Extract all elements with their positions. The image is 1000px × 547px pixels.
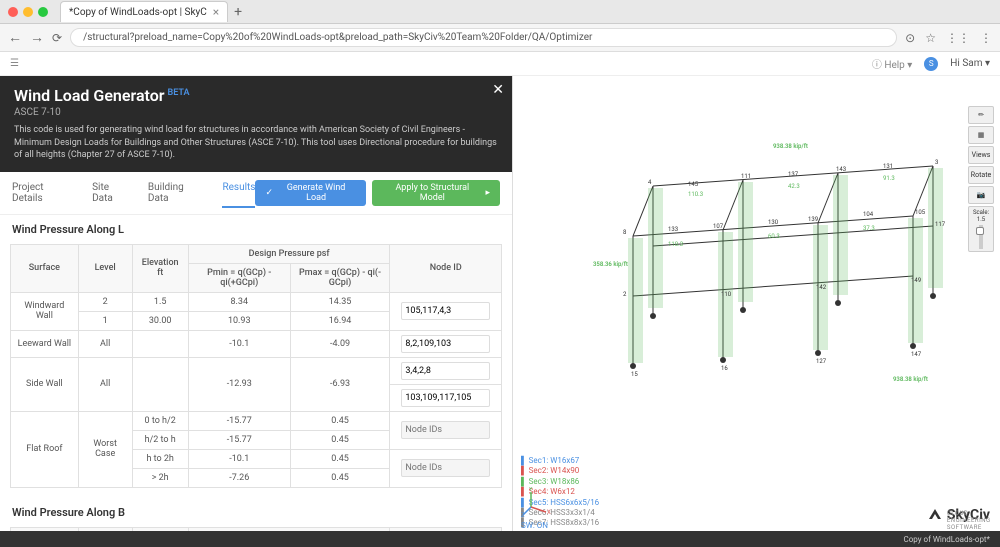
status-bar: Copy of WindLoads-opt* xyxy=(0,531,1000,547)
svg-text:143: 143 xyxy=(836,166,846,173)
tab-results[interactable]: Results xyxy=(222,178,255,208)
svg-text:107: 107 xyxy=(713,223,724,230)
svg-text:8: 8 xyxy=(623,229,627,236)
tab-project-details[interactable]: Project Details xyxy=(12,178,76,208)
close-tab-icon[interactable]: × xyxy=(213,5,219,19)
svg-text:147: 147 xyxy=(911,351,922,358)
hamburger-menu[interactable]: ☰ xyxy=(10,58,19,69)
svg-text:15: 15 xyxy=(631,371,638,378)
star-icon[interactable]: ☆ xyxy=(925,31,936,45)
svg-text:Z: Z xyxy=(521,512,525,517)
forward-button[interactable]: → xyxy=(30,29,44,46)
beta-badge: BETA xyxy=(168,88,190,98)
node-input[interactable] xyxy=(401,421,490,439)
svg-text:16: 16 xyxy=(721,365,728,372)
window-controls xyxy=(8,7,48,17)
generate-wind-load-button[interactable]: ✓ Generate Wind Load xyxy=(255,180,366,206)
node-input[interactable] xyxy=(401,389,490,407)
node-input[interactable] xyxy=(401,459,490,477)
svg-text:4: 4 xyxy=(648,179,652,186)
section-title-b: Wind Pressure Along B xyxy=(0,498,512,527)
url-bar[interactable]: /structural?preload_name=Copy%20of%20Win… xyxy=(70,28,897,47)
svg-text:130: 130 xyxy=(768,219,779,226)
nav-bar: ← → ⟳ /structural?preload_name=Copy%20of… xyxy=(0,24,1000,52)
svg-text:105: 105 xyxy=(915,209,926,216)
maximize-window[interactable] xyxy=(38,7,48,17)
skyciv-logo: SkyCiv CLOUD ENGINEERING SOFTWARE xyxy=(927,507,990,523)
node-input[interactable] xyxy=(401,362,490,380)
svg-text:358.36 kip/ft: 358.36 kip/ft xyxy=(593,261,628,268)
svg-text:42.3: 42.3 xyxy=(788,183,800,190)
panel-title: Wind Load GeneratorBETA xyxy=(14,86,498,105)
svg-text:104: 104 xyxy=(863,211,874,218)
axis-indicator: Y X Z xyxy=(521,487,551,517)
svg-text:111: 111 xyxy=(741,173,751,180)
menu-icon[interactable]: ⋮ xyxy=(980,31,992,45)
svg-text:110.3: 110.3 xyxy=(668,241,683,248)
tool-pencil[interactable]: ✏ xyxy=(968,106,994,124)
structure-render: 4 111 143 3 8 107 139 105 2 117 145 137 131 133 13… xyxy=(593,136,973,426)
svg-text:137: 137 xyxy=(788,171,799,178)
svg-text:938.38 kip/ft: 938.38 kip/ft xyxy=(893,376,928,383)
svg-text:3: 3 xyxy=(935,159,938,166)
tab-title: *Copy of WindLoads-opt | SkyC xyxy=(69,7,207,18)
tab-site-data[interactable]: Site Data xyxy=(92,178,132,208)
search-icon[interactable]: ⊙ xyxy=(905,31,915,45)
svg-text:139: 139 xyxy=(808,216,818,223)
tab-building-data[interactable]: Building Data xyxy=(148,178,207,208)
svg-text:Y: Y xyxy=(529,487,533,493)
extensions-icon[interactable]: ⋮⋮ xyxy=(946,31,970,45)
help-menu[interactable]: ⓘ Help ▾ xyxy=(872,56,912,71)
reload-button[interactable]: ⟳ xyxy=(52,31,62,45)
filename: Copy of WindLoads-opt* xyxy=(904,535,990,544)
browser-chrome: *Copy of WindLoads-opt | SkyC × + xyxy=(0,0,1000,24)
svg-text:131: 131 xyxy=(883,163,893,170)
3d-viewer[interactable]: ✏ ▦ Views Rotate 📷 Scale: 1.5 xyxy=(513,76,1000,547)
tab-row: Project Details Site Data Building Data Res… xyxy=(0,172,512,215)
svg-text:91.3: 91.3 xyxy=(883,175,895,182)
node-input[interactable] xyxy=(401,335,490,353)
viewer-panel: ✏ ▦ Views Rotate 📷 Scale: 1.5 xyxy=(512,76,1000,547)
svg-text:110.3: 110.3 xyxy=(688,191,703,198)
svg-text:145: 145 xyxy=(688,181,699,188)
svg-text:142: 142 xyxy=(816,284,827,291)
panel-header: ✕ Wind Load GeneratorBETA ASCE 7-10 This… xyxy=(0,76,512,172)
svg-text:127: 127 xyxy=(816,358,827,365)
browser-tab[interactable]: *Copy of WindLoads-opt | SkyC × xyxy=(60,1,228,22)
svg-text:149: 149 xyxy=(911,277,921,284)
svg-text:938.38 kip/ft: 938.38 kip/ft xyxy=(773,143,808,150)
sw-indicator: SW: ON xyxy=(521,521,548,530)
apply-to-model-button[interactable]: Apply to Structural Model ▸ xyxy=(372,180,500,206)
back-button[interactable]: ← xyxy=(8,29,22,46)
svg-text:X: X xyxy=(547,509,551,516)
user-greeting[interactable]: Hi Sam ▾ xyxy=(950,58,990,69)
new-tab-button[interactable]: + xyxy=(234,4,242,20)
svg-text:133: 133 xyxy=(668,226,678,233)
left-panel: ✕ Wind Load GeneratorBETA ASCE 7-10 This… xyxy=(0,76,512,547)
avatar[interactable]: S xyxy=(924,57,938,71)
app-top-bar: ☰ ⓘ Help ▾ S Hi Sam ▾ xyxy=(0,52,1000,76)
svg-text:117: 117 xyxy=(935,221,946,228)
svg-text:37.3: 37.3 xyxy=(863,225,875,232)
close-window[interactable] xyxy=(8,7,18,17)
node-input[interactable] xyxy=(401,302,490,320)
svg-text:2: 2 xyxy=(623,291,627,298)
wind-pressure-table-l: Surface Level Elevation ft Design Pressu… xyxy=(10,244,502,488)
section-title-l: Wind Pressure Along L xyxy=(0,215,512,244)
close-panel-icon[interactable]: ✕ xyxy=(492,82,504,98)
svg-text:110: 110 xyxy=(721,291,732,298)
panel-description: This code is used for generating wind lo… xyxy=(14,124,498,162)
minimize-window[interactable] xyxy=(23,7,33,17)
panel-subtitle: ASCE 7-10 xyxy=(14,107,498,118)
svg-text:60.3: 60.3 xyxy=(768,233,780,240)
